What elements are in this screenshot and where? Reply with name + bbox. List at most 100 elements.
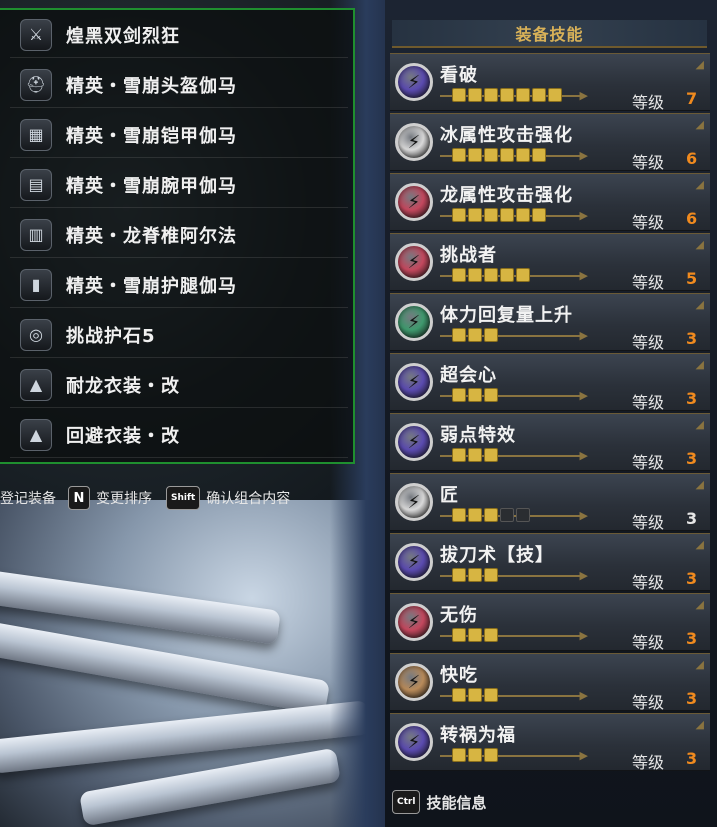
equipment-slot[interactable]: ▲ 耐龙衣装・改 xyxy=(10,362,348,408)
skill-level-track: ▶ xyxy=(440,388,588,404)
level-pip-filled xyxy=(468,568,482,582)
level-pip-filled xyxy=(516,208,530,222)
equipment-name: 回避衣装・改 xyxy=(66,425,180,447)
skill-row[interactable]: ⚡ 体力回复量上升 ▶ 等级 3 ◢ xyxy=(390,293,710,352)
corner-ornament-icon: ◢ xyxy=(695,538,704,551)
dual-blades-icon: ⚔ xyxy=(20,18,52,51)
skill-level-value: 6 xyxy=(686,209,698,228)
skill-row[interactable]: ⚡ 拔刀术【技】 ▶ 等级 3 ◢ xyxy=(390,533,710,592)
equipment-slot[interactable]: ▮ 精英・雪崩护腿伽马 xyxy=(10,262,348,308)
level-pip-filled xyxy=(500,208,514,222)
corner-ornament-icon: ◢ xyxy=(695,118,704,131)
level-label: 等级 xyxy=(632,333,665,352)
level-label: 等级 xyxy=(632,693,665,712)
equipment-name: 精英・雪崩腕甲伽马 xyxy=(66,175,237,197)
level-pips xyxy=(452,688,500,702)
skill-info-label[interactable]: 技能信息 xyxy=(426,792,486,813)
skill-level-track: ▶ xyxy=(440,88,588,104)
level-pip-filled xyxy=(468,508,482,522)
skill-gem-icon: ⚡ xyxy=(395,603,433,641)
level-pip-filled xyxy=(484,388,498,402)
level-pip-filled xyxy=(516,88,530,102)
level-pip-filled xyxy=(468,688,482,702)
ctrl-key-icon[interactable]: Ctrl xyxy=(392,790,421,814)
equipment-slot[interactable]: ▲ 回避衣装・改 xyxy=(10,412,348,458)
level-label: 等级 xyxy=(632,633,665,652)
level-pip-filled xyxy=(468,88,482,102)
skill-row[interactable]: ⚡ 匠 ▶ 等级 3 ◢ xyxy=(390,473,710,532)
skill-row[interactable]: ⚡ 冰属性攻击强化 ▶ 等级 6 ◢ xyxy=(390,113,710,172)
skill-row[interactable]: ⚡ 看破 ▶ 等级 7 ◢ xyxy=(390,53,710,112)
level-pips xyxy=(452,568,500,582)
corner-ornament-icon: ◢ xyxy=(695,718,704,731)
equipment-slot[interactable]: ▦ 精英・雪崩铠甲伽马 xyxy=(10,112,348,158)
shift-key-icon[interactable]: Shift xyxy=(166,486,201,510)
chest-armor-icon: ▦ xyxy=(20,118,52,151)
skill-row[interactable]: ⚡ 快吃 ▶ 等级 3 ◢ xyxy=(390,653,710,712)
level-pip-filled xyxy=(452,388,466,402)
level-pips xyxy=(452,328,500,342)
n-key-icon[interactable]: N xyxy=(68,486,90,510)
level-pip-filled xyxy=(500,88,514,102)
level-pip-filled xyxy=(468,208,482,222)
corner-ornament-icon: ◢ xyxy=(695,178,704,191)
skill-glyph-icon: ⚡ xyxy=(407,611,421,633)
equipment-slot[interactable]: ⛑ 精英・雪崩头盔伽马 xyxy=(10,62,348,108)
skill-row[interactable]: ⚡ 挑战者 ▶ 等级 5 ◢ xyxy=(390,233,710,292)
corner-ornament-icon: ◢ xyxy=(695,658,704,671)
skill-name: 超会心 xyxy=(440,365,497,386)
equipped-skills-header: 装备技能 xyxy=(392,20,707,48)
equipment-slot[interactable]: ◎ 挑战护石5 xyxy=(10,312,348,358)
level-label: 等级 xyxy=(632,273,665,292)
level-pip-filled xyxy=(452,748,466,762)
skill-name: 匠 xyxy=(440,485,459,506)
level-label: 等级 xyxy=(632,393,665,412)
equipment-slot[interactable]: ⚔ 煌黑双剑烈狂 xyxy=(10,12,348,58)
skill-name: 转祸为福 xyxy=(440,725,516,746)
level-pip-filled xyxy=(452,568,466,582)
skill-name: 冰属性攻击强化 xyxy=(440,125,573,146)
level-pip-filled xyxy=(452,148,466,162)
level-pip-filled xyxy=(484,88,498,102)
skill-level-track: ▶ xyxy=(440,508,588,524)
skill-glyph-icon: ⚡ xyxy=(407,431,421,453)
skill-level-track: ▶ xyxy=(440,448,588,464)
level-pip-filled xyxy=(452,328,466,342)
level-pips xyxy=(452,508,532,522)
skill-level-value: 3 xyxy=(686,449,698,468)
skill-row[interactable]: ⚡ 超会心 ▶ 等级 3 ◢ xyxy=(390,353,710,412)
skill-row[interactable]: ⚡ 转祸为福 ▶ 等级 3 ◢ xyxy=(390,713,710,772)
track-arrow-icon: ▶ xyxy=(579,749,588,762)
skill-level-value: 3 xyxy=(686,389,698,408)
equipment-name: 煌黑双剑烈狂 xyxy=(66,25,180,47)
corner-ornament-icon: ◢ xyxy=(695,238,704,251)
level-pip-filled xyxy=(500,268,514,282)
skill-name: 拔刀术【技】 xyxy=(440,545,554,566)
level-pips xyxy=(452,388,500,402)
skill-row[interactable]: ⚡ 龙属性攻击强化 ▶ 等级 6 ◢ xyxy=(390,173,710,232)
skill-gem-icon: ⚡ xyxy=(395,663,433,701)
skill-gem-icon: ⚡ xyxy=(395,243,433,281)
skill-row[interactable]: ⚡ 弱点特效 ▶ 等级 3 ◢ xyxy=(390,413,710,472)
skill-glyph-icon: ⚡ xyxy=(407,251,421,273)
skill-info-hint[interactable]: Ctrl 技能信息 xyxy=(392,790,486,814)
skill-name: 体力回复量上升 xyxy=(440,305,573,326)
equipment-slot[interactable]: ▥ 精英・龙脊椎阿尔法 xyxy=(10,212,348,258)
level-pip-filled xyxy=(468,388,482,402)
mantle-icon: ▲ xyxy=(20,418,52,451)
corner-ornament-icon: ◢ xyxy=(695,298,704,311)
skill-level-value: 7 xyxy=(686,89,698,108)
skill-row[interactable]: ⚡ 无伤 ▶ 等级 3 ◢ xyxy=(390,593,710,652)
skill-level-track: ▶ xyxy=(440,208,588,224)
level-pip-filled xyxy=(484,748,498,762)
level-pip-filled xyxy=(468,328,482,342)
change-sort-hint[interactable]: 变更排序 xyxy=(96,488,152,508)
level-pip-filled xyxy=(532,88,546,102)
skill-gem-icon: ⚡ xyxy=(395,63,433,101)
level-pip-filled xyxy=(468,748,482,762)
equipment-slot[interactable]: ▤ 精英・雪崩腕甲伽马 xyxy=(10,162,348,208)
confirm-combination-hint[interactable]: 确认组合内容 xyxy=(206,488,290,508)
register-equipment-hint[interactable]: 登记装备 xyxy=(0,488,56,508)
skill-level-value: 5 xyxy=(686,269,698,288)
level-pip-filled xyxy=(452,208,466,222)
